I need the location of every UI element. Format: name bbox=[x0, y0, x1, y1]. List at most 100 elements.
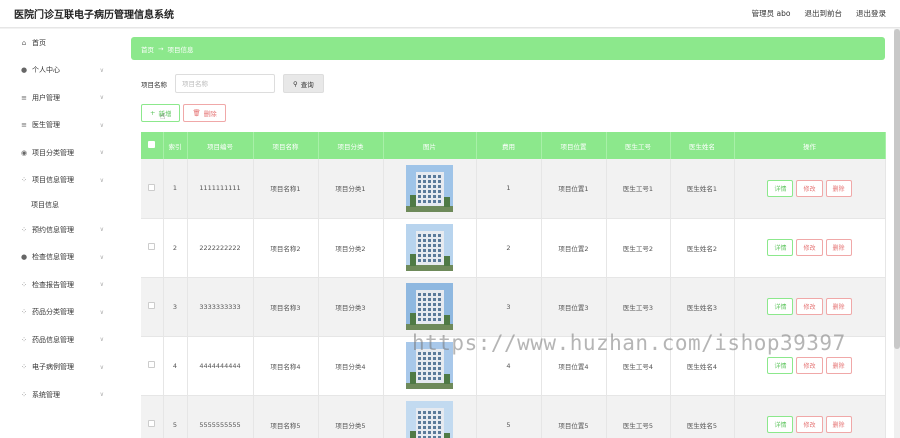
edit-button[interactable]: 修改 bbox=[796, 239, 823, 256]
sidebar-item-label: 系统管理 bbox=[32, 390, 60, 399]
row-delete-button[interactable]: 删除 bbox=[825, 298, 852, 315]
column-header-category: 项目分类 bbox=[318, 132, 384, 159]
cell-image bbox=[383, 277, 477, 337]
sidebar-item-7[interactable]: ⁘ 系统管理 ∨ bbox=[0, 381, 122, 409]
cell-index: 5 bbox=[163, 395, 188, 438]
cell-ops: 详情 修改 删除 bbox=[734, 218, 886, 278]
grid-icon: ⁘ bbox=[21, 363, 27, 372]
sidebar-item-label: 预约信息管理 bbox=[32, 225, 74, 234]
detail-button[interactable]: 详情 bbox=[767, 239, 794, 256]
row-delete-button[interactable]: 删除 bbox=[825, 416, 852, 433]
breadcrumb-home[interactable]: 首页 bbox=[141, 44, 154, 54]
cell-image bbox=[383, 395, 477, 438]
row-delete-button[interactable]: 删除 bbox=[825, 239, 852, 256]
scrollbar-thumb[interactable] bbox=[894, 29, 900, 349]
cell-doctor-name: 医生姓名4 bbox=[670, 336, 735, 396]
detail-button[interactable]: 详情 bbox=[767, 357, 794, 374]
cell-name: 项目名称2 bbox=[253, 218, 319, 278]
cell-fee: 2 bbox=[476, 218, 542, 278]
building-photo bbox=[406, 164, 453, 212]
detail-button[interactable]: 详情 bbox=[767, 179, 794, 197]
sidebar-item-5[interactable]: ⁘ 药品信息管理 ∨ bbox=[0, 326, 122, 354]
select-all-checkbox[interactable] bbox=[141, 132, 164, 159]
row-delete-button[interactable]: 删除 bbox=[825, 179, 852, 197]
sidebar-item-3[interactable]: ⁘ 检查报告管理 ∨ bbox=[0, 271, 122, 299]
cell-doctor-id: 医生工号3 bbox=[606, 277, 671, 337]
sidebar-item-label: 药品信息管理 bbox=[32, 335, 74, 344]
cell-code: 5555555555 bbox=[187, 395, 254, 438]
app-title: 医院门诊互联电子病历管理信息系统 bbox=[14, 10, 174, 21]
column-header-ops: 操作 bbox=[734, 132, 886, 159]
chevron-down-icon: ∨ bbox=[99, 176, 104, 184]
cell-name: 项目名称5 bbox=[253, 395, 319, 438]
edit-button[interactable]: 修改 bbox=[796, 298, 823, 315]
search-button[interactable]: ⚲ 查询 bbox=[283, 74, 324, 93]
cell-category: 项目分类3 bbox=[318, 277, 384, 337]
column-header-code: 项目编号 bbox=[187, 132, 254, 159]
table-row[interactable]: 1 1111111111 项目名称1 项目分类1 1 项目位置1 医生工号1 医生姓名1 详情修… bbox=[141, 159, 886, 219]
sidebar-item-2[interactable]: ● 检查信息管理 ∨ bbox=[0, 244, 122, 272]
row-checkbox[interactable] bbox=[141, 395, 164, 438]
cell-category: 项目分类5 bbox=[318, 395, 384, 438]
table-row[interactable]: 2 2222222222 项目名称2 项目分类2 2 项目位置2 医生工号2 医生姓名2 详情修… bbox=[141, 218, 886, 278]
search-row: 项目名称 ⚲ 查询 bbox=[141, 74, 324, 93]
row-delete-button[interactable]: 删除 bbox=[825, 357, 852, 374]
edit-button[interactable]: 修改 bbox=[796, 357, 823, 374]
table-row[interactable]: 3 3333333333 项目名称3 项目分类3 3 项目位置3 医生工号3 医生姓名3 详情修… bbox=[141, 277, 886, 337]
row-checkbox[interactable] bbox=[141, 336, 164, 396]
batch-delete-button[interactable]: 🗑 删除 bbox=[183, 104, 226, 122]
cell-image bbox=[383, 159, 477, 219]
sidebar-item-label: 电子病例管理 bbox=[32, 363, 74, 372]
cell-fee: 3 bbox=[476, 277, 542, 337]
cell-name: 项目名称4 bbox=[253, 336, 319, 396]
chevron-down-icon: ∨ bbox=[99, 253, 104, 261]
table-header-row: 索引 项目编号 项目名称 项目分类 图片 费用 项目位置 医生工号 医生姓名 操作 bbox=[141, 132, 886, 159]
sidebar-item-label: 首页 bbox=[32, 38, 46, 47]
cell-index: 1 bbox=[163, 159, 188, 219]
detail-button[interactable]: 详情 bbox=[767, 416, 794, 433]
breadcrumb-current: 项目信息 bbox=[167, 45, 194, 54]
sidebar-item-4[interactable]: ⁘ 药品分类管理 ∨ bbox=[0, 299, 122, 327]
edit-button[interactable]: 修改 bbox=[796, 179, 823, 197]
grid-icon: ⁘ bbox=[21, 390, 27, 399]
row-checkbox[interactable] bbox=[141, 159, 164, 219]
chevron-down-icon: ∨ bbox=[99, 94, 104, 102]
column-header-doctor-name: 医生姓名 bbox=[670, 132, 735, 159]
breadcrumb: 首页 → 项目信息 bbox=[131, 37, 885, 60]
cell-location: 项目位置4 bbox=[541, 336, 607, 396]
chevron-down-icon: ∨ bbox=[99, 308, 104, 316]
chevron-down-icon: ∨ bbox=[99, 226, 104, 234]
sidebar-item-3[interactable]: ≡ 用户管理 ∨ bbox=[0, 84, 122, 112]
edit-button[interactable]: 修改 bbox=[796, 416, 823, 433]
plus-icon: + bbox=[150, 109, 156, 117]
logout-link[interactable]: 退出登录 bbox=[856, 8, 886, 19]
current-user: 管理员 abo bbox=[751, 9, 791, 18]
grid-icon: ⁘ bbox=[21, 225, 27, 234]
sidebar-item-6[interactable]: ⁘ 电子病例管理 ∨ bbox=[0, 354, 122, 382]
top-links: 管理员 abo 退出到前台 退出登录 bbox=[752, 8, 886, 19]
cell-ops: 详情 修改 删除 bbox=[734, 159, 886, 219]
sidebar-item-5[interactable]: ◉ 项目分类管理 ∨ bbox=[0, 139, 122, 167]
sidebar-subitem-project-info[interactable]: 项目信息 bbox=[0, 194, 122, 216]
row-checkbox[interactable] bbox=[141, 218, 164, 278]
sidebar-item-2[interactable]: ● 个人中心 ∨ bbox=[0, 57, 122, 85]
back-to-front-link[interactable]: 退出到前台 bbox=[805, 8, 843, 19]
cell-doctor-id: 医生工号1 bbox=[606, 159, 671, 219]
search-label: 项目名称 bbox=[141, 80, 167, 89]
sidebar-item-1[interactable]: ⁘ 预约信息管理 ∨ bbox=[0, 216, 122, 244]
data-table: 索引 项目编号 项目名称 项目分类 图片 费用 项目位置 医生工号 医生姓名 操作 1 111111… bbox=[141, 132, 886, 438]
table-row[interactable]: 4 4444444444 项目名称4 项目分类4 4 项目位置4 医生工号4 医生姓名4 详情修… bbox=[141, 336, 886, 396]
cell-code: 4444444444 bbox=[187, 336, 254, 396]
table-row[interactable]: 5 5555555555 项目名称5 项目分类5 5 项目位置5 医生工号5 医生姓名5 详情修… bbox=[141, 395, 886, 438]
sidebar-item-1[interactable]: ⌂ 首页 bbox=[0, 29, 122, 57]
search-input[interactable] bbox=[175, 74, 275, 93]
cell-location: 项目位置3 bbox=[541, 277, 607, 337]
cell-ops: 详情 修改 删除 bbox=[734, 277, 886, 337]
sidebar-item-4[interactable]: ≡ 医生管理 ∨ bbox=[0, 112, 122, 140]
row-checkbox[interactable] bbox=[141, 277, 164, 337]
menu-icon: ≡ bbox=[21, 121, 27, 130]
chevron-down-icon: ∨ bbox=[99, 281, 104, 289]
chevron-down-icon: ∨ bbox=[99, 66, 104, 74]
sidebar-item-6[interactable]: ⁘ 项目信息管理 ∨ bbox=[0, 167, 122, 195]
detail-button[interactable]: 详情 bbox=[767, 298, 794, 315]
